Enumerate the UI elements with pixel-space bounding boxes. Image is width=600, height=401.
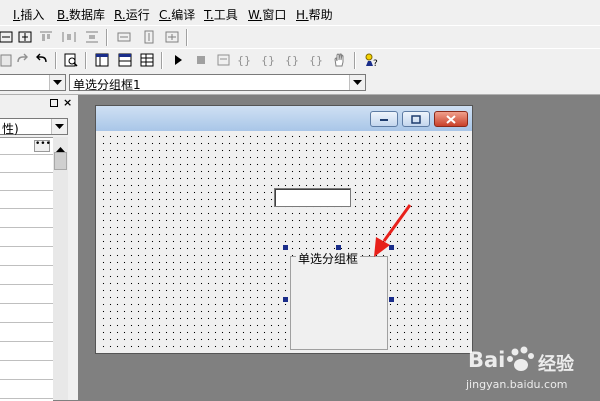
control-selector-value: 单选分组框1 <box>73 78 141 92</box>
align-left-icon[interactable] <box>0 28 16 46</box>
toolbar-separator <box>186 29 188 46</box>
run-icon[interactable] <box>168 51 188 69</box>
svg-text:{}: {} <box>285 54 299 67</box>
property-panel: × 性) ••• <box>0 95 78 401</box>
redo-icon[interactable] <box>12 51 32 69</box>
ellipsis-button[interactable]: ••• <box>34 140 51 152</box>
resize-handle[interactable] <box>283 297 288 302</box>
menu-bar: I.插入 B.数据库 R.运行 C.编译 T.工具 W.窗口 H.帮助 <box>0 0 600 25</box>
watermark-brand: Bai <box>468 348 506 372</box>
radio-groupbox-control[interactable] <box>290 256 388 350</box>
svg-text:?: ? <box>373 59 378 68</box>
find-icon[interactable] <box>61 51 81 69</box>
control-selector-combo[interactable]: 单选分组框1 <box>69 74 366 92</box>
context-help-icon[interactable]: ? <box>362 51 382 69</box>
distribute-horizontal-icon[interactable] <box>59 28 79 46</box>
step-over-icon[interactable]: {} <box>258 51 278 69</box>
close-button[interactable] <box>434 111 468 127</box>
close-icon[interactable]: × <box>63 96 72 109</box>
menu-database[interactable]: B.数据库 <box>57 6 105 23</box>
baidu-jingyan-watermark: Bai 经验 jingyan.baidu.com <box>462 342 594 398</box>
property-grid[interactable]: ••• <box>0 137 53 401</box>
debug-window-icon[interactable] <box>214 51 234 69</box>
vertical-scrollbar[interactable] <box>53 137 68 400</box>
maximize-button[interactable] <box>402 111 430 127</box>
standard-toolbar: {} {} {} {} ? <box>0 48 600 73</box>
resize-handle[interactable] <box>336 245 341 250</box>
groupbox-label: 单选分组框 <box>296 250 361 267</box>
window-layout-icon[interactable] <box>115 51 135 69</box>
table-layout-icon[interactable] <box>137 51 157 69</box>
menu-tools[interactable]: T.工具 <box>204 6 238 23</box>
menu-compile[interactable]: C.编译 <box>159 6 195 23</box>
alignment-toolbar <box>0 25 600 49</box>
minimize-button[interactable] <box>370 111 398 127</box>
undo-icon[interactable] <box>32 51 52 69</box>
panel-titlebar: × <box>0 95 78 111</box>
toolbar-separator <box>161 52 163 69</box>
toolbar-separator <box>55 52 57 69</box>
stop-icon[interactable] <box>191 51 211 69</box>
same-height-icon[interactable] <box>139 28 159 46</box>
svg-text:{}: {} <box>237 54 251 67</box>
paw-icon <box>507 346 534 371</box>
toolbar-separator <box>85 52 87 69</box>
center-horizontal-icon[interactable] <box>15 28 35 46</box>
same-size-icon[interactable] <box>162 28 182 46</box>
object-combo[interactable] <box>0 74 66 91</box>
watermark-brand-2: 经验 <box>538 354 574 375</box>
form-titlebar[interactable] <box>96 106 472 131</box>
svg-text:{}: {} <box>261 54 275 67</box>
menu-insert[interactable]: I.插入 <box>13 6 44 23</box>
property-filter-value: 性) <box>2 122 19 136</box>
step-into-icon[interactable]: {} <box>234 51 254 69</box>
chevron-down-icon[interactable] <box>349 75 365 90</box>
same-width-icon[interactable] <box>114 28 134 46</box>
close-icon <box>446 114 456 124</box>
menu-run[interactable]: R.运行 <box>114 6 150 23</box>
pin-icon[interactable] <box>50 99 58 107</box>
svg-text:{}: {} <box>309 54 323 67</box>
form-layout-icon[interactable] <box>92 51 112 69</box>
distribute-vertical-icon[interactable] <box>82 28 102 46</box>
step-out-icon[interactable]: {} <box>282 51 302 69</box>
property-filter-combo[interactable]: 性) <box>0 118 68 136</box>
watermark-url: jingyan.baidu.com <box>466 378 568 391</box>
hand-icon[interactable] <box>329 51 349 69</box>
align-top-icon[interactable] <box>36 28 56 46</box>
resize-handle[interactable] <box>389 297 394 302</box>
toolbar-separator <box>106 29 108 46</box>
toolbar-separator <box>354 52 356 69</box>
menu-window[interactable]: W.窗口 <box>248 6 286 23</box>
menu-help[interactable]: H.帮助 <box>296 6 333 23</box>
chevron-down-icon[interactable] <box>49 75 65 90</box>
maximize-icon <box>411 114 421 124</box>
selector-bar: 单选分组框1 <box>0 72 600 95</box>
scroll-thumb[interactable] <box>54 152 67 170</box>
edit-box-control[interactable] <box>274 188 351 207</box>
minimize-icon <box>380 119 388 121</box>
resize-handle[interactable] <box>283 245 288 250</box>
run-to-cursor-icon[interactable]: {} <box>306 51 326 69</box>
chevron-down-icon[interactable] <box>51 119 67 134</box>
red-arrow-annotation <box>374 204 412 257</box>
